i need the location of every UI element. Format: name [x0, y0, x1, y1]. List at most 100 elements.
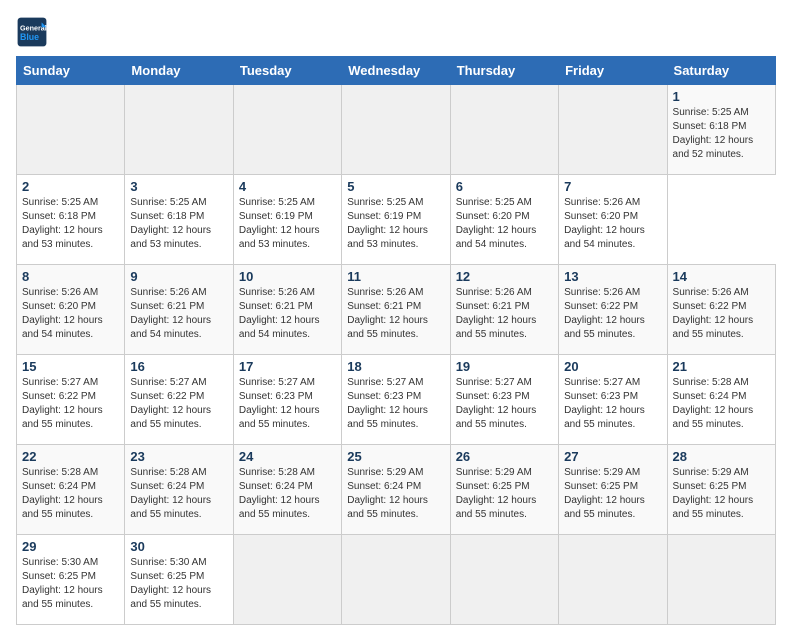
- empty-cell: [450, 85, 558, 175]
- day-number: 11: [347, 269, 444, 284]
- day-number: 27: [564, 449, 661, 464]
- day-info: Sunrise: 5:25 AMSunset: 6:20 PMDaylight:…: [456, 196, 553, 252]
- empty-cell: [450, 535, 558, 625]
- calendar-day-30: 30Sunrise: 5:30 AMSunset: 6:25 PMDayligh…: [125, 535, 233, 625]
- calendar-day-25: 25 Sunrise: 5:29 AMSunset: 6:24 PMDayligh…: [342, 445, 450, 535]
- day-number: 12: [456, 269, 553, 284]
- day-info: Sunrise: 5:26 AMSunset: 6:20 PMDaylight:…: [22, 286, 119, 342]
- day-info: Sunrise: 5:27 AMSunset: 6:23 PMDaylight:…: [239, 376, 336, 432]
- day-number: 21: [673, 359, 770, 374]
- day-info: Sunrise: 5:26 AMSunset: 6:21 PMDaylight:…: [239, 286, 336, 342]
- day-info: Sunrise: 5:27 AMSunset: 6:22 PMDaylight:…: [130, 376, 227, 432]
- calendar-table: SundayMondayTuesdayWednesdayThursdayFrid…: [16, 56, 776, 625]
- day-info: Sunrise: 5:25 AMSunset: 6:18 PMDaylight:…: [673, 106, 770, 162]
- logo-icon: General Blue: [16, 16, 48, 48]
- day-number: 9: [130, 269, 227, 284]
- calendar-day-10: 10 Sunrise: 5:26 AMSunset: 6:21 PMDayligh…: [233, 265, 341, 355]
- day-info: Sunrise: 5:26 AMSunset: 6:22 PMDaylight:…: [564, 286, 661, 342]
- day-number: 6: [456, 179, 553, 194]
- calendar-day-24: 24Sunrise: 5:28 AMSunset: 6:24 PMDayligh…: [233, 445, 341, 535]
- svg-text:Blue: Blue: [20, 32, 39, 42]
- calendar-week-row: 29 Sunrise: 5:30 AMSunset: 6:25 PMDayligh…: [17, 535, 776, 625]
- calendar-day-26: 26Sunrise: 5:29 AMSunset: 6:25 PMDayligh…: [450, 445, 558, 535]
- day-header-monday: Monday: [125, 57, 233, 85]
- day-number: 28: [673, 449, 770, 464]
- day-number: 14: [673, 269, 770, 284]
- day-header-saturday: Saturday: [667, 57, 775, 85]
- calendar-day-21: 21 Sunrise: 5:28 AMSunset: 6:24 PMDayligh…: [667, 355, 775, 445]
- day-info: Sunrise: 5:27 AMSunset: 6:23 PMDaylight:…: [564, 376, 661, 432]
- calendar-day-14: 14Sunrise: 5:26 AMSunset: 6:22 PMDayligh…: [667, 265, 775, 355]
- day-number: 1: [673, 89, 770, 104]
- empty-cell: [125, 85, 233, 175]
- day-info: Sunrise: 5:26 AMSunset: 6:21 PMDaylight:…: [456, 286, 553, 342]
- logo: General Blue: [16, 16, 52, 48]
- day-info: Sunrise: 5:27 AMSunset: 6:23 PMDaylight:…: [456, 376, 553, 432]
- day-number: 19: [456, 359, 553, 374]
- day-info: Sunrise: 5:25 AMSunset: 6:19 PMDaylight:…: [239, 196, 336, 252]
- day-header-friday: Friday: [559, 57, 667, 85]
- calendar-day-27: 27 Sunrise: 5:29 AMSunset: 6:25 PMDayligh…: [559, 445, 667, 535]
- day-number: 13: [564, 269, 661, 284]
- day-number: 4: [239, 179, 336, 194]
- day-info: Sunrise: 5:26 AMSunset: 6:21 PMDaylight:…: [130, 286, 227, 342]
- day-number: 2: [22, 179, 119, 194]
- day-info: Sunrise: 5:25 AMSunset: 6:18 PMDaylight:…: [22, 196, 119, 252]
- day-number: 3: [130, 179, 227, 194]
- day-number: 7: [564, 179, 661, 194]
- calendar-day-15: 15Sunrise: 5:27 AMSunset: 6:22 PMDayligh…: [17, 355, 125, 445]
- day-number: 5: [347, 179, 444, 194]
- calendar-day-3: 3 Sunrise: 5:25 AMSunset: 6:18 PMDaylight…: [125, 175, 233, 265]
- empty-cell: [233, 535, 341, 625]
- calendar-day-11: 11 Sunrise: 5:26 AMSunset: 6:21 PMDayligh…: [342, 265, 450, 355]
- day-info: Sunrise: 5:30 AMSunset: 6:25 PMDaylight:…: [22, 556, 119, 612]
- day-info: Sunrise: 5:26 AMSunset: 6:21 PMDaylight:…: [347, 286, 444, 342]
- day-number: 10: [239, 269, 336, 284]
- calendar-day-29: 29 Sunrise: 5:30 AMSunset: 6:25 PMDayligh…: [17, 535, 125, 625]
- calendar-day-9: 9 Sunrise: 5:26 AMSunset: 6:21 PMDaylight…: [125, 265, 233, 355]
- calendar-day-28: 28 Sunrise: 5:29 AMSunset: 6:25 PMDayligh…: [667, 445, 775, 535]
- calendar-week-row: 15 Sunrise: 5:27 AMSunset: 6:22 PMDayligh…: [17, 355, 776, 445]
- empty-cell: [667, 535, 775, 625]
- calendar-day-6: 6 Sunrise: 5:25 AMSunset: 6:20 PMDaylight…: [450, 175, 558, 265]
- day-info: Sunrise: 5:29 AMSunset: 6:25 PMDaylight:…: [564, 466, 661, 522]
- empty-cell: [233, 85, 341, 175]
- day-number: 16: [130, 359, 227, 374]
- day-number: 15: [22, 359, 119, 374]
- day-info: Sunrise: 5:29 AMSunset: 6:24 PMDaylight:…: [347, 466, 444, 522]
- calendar-day-22: 22 Sunrise: 5:28 AMSunset: 6:24 PMDayligh…: [17, 445, 125, 535]
- empty-cell: [559, 535, 667, 625]
- day-number: 23: [130, 449, 227, 464]
- day-info: Sunrise: 5:25 AMSunset: 6:18 PMDaylight:…: [130, 196, 227, 252]
- day-info: Sunrise: 5:25 AMSunset: 6:19 PMDaylight:…: [347, 196, 444, 252]
- day-info: Sunrise: 5:26 AMSunset: 6:20 PMDaylight:…: [564, 196, 661, 252]
- day-header-tuesday: Tuesday: [233, 57, 341, 85]
- calendar-day-8: 8Sunrise: 5:26 AMSunset: 6:20 PMDaylight…: [17, 265, 125, 355]
- day-number: 29: [22, 539, 119, 554]
- calendar-day-4: 4 Sunrise: 5:25 AMSunset: 6:19 PMDaylight…: [233, 175, 341, 265]
- day-number: 25: [347, 449, 444, 464]
- day-info: Sunrise: 5:29 AMSunset: 6:25 PMDaylight:…: [673, 466, 770, 522]
- calendar-week-row: 8Sunrise: 5:26 AMSunset: 6:20 PMDaylight…: [17, 265, 776, 355]
- calendar-day-2: 2 Sunrise: 5:25 AMSunset: 6:18 PMDaylight…: [17, 175, 125, 265]
- calendar-day-17: 17 Sunrise: 5:27 AMSunset: 6:23 PMDayligh…: [233, 355, 341, 445]
- day-info: Sunrise: 5:29 AMSunset: 6:25 PMDaylight:…: [456, 466, 553, 522]
- day-header-thursday: Thursday: [450, 57, 558, 85]
- empty-cell: [342, 535, 450, 625]
- day-header-sunday: Sunday: [17, 57, 125, 85]
- calendar-day-12: 12 Sunrise: 5:26 AMSunset: 6:21 PMDayligh…: [450, 265, 558, 355]
- day-number: 18: [347, 359, 444, 374]
- day-number: 22: [22, 449, 119, 464]
- calendar-day-5: 5 Sunrise: 5:25 AMSunset: 6:19 PMDaylight…: [342, 175, 450, 265]
- day-info: Sunrise: 5:28 AMSunset: 6:24 PMDaylight:…: [673, 376, 770, 432]
- calendar-day-19: 19 Sunrise: 5:27 AMSunset: 6:23 PMDayligh…: [450, 355, 558, 445]
- day-info: Sunrise: 5:28 AMSunset: 6:24 PMDaylight:…: [130, 466, 227, 522]
- calendar-day-18: 18Sunrise: 5:27 AMSunset: 6:23 PMDayligh…: [342, 355, 450, 445]
- calendar-day-13: 13 Sunrise: 5:26 AMSunset: 6:22 PMDayligh…: [559, 265, 667, 355]
- day-number: 20: [564, 359, 661, 374]
- day-number: 30: [130, 539, 227, 554]
- day-info: Sunrise: 5:28 AMSunset: 6:24 PMDaylight:…: [22, 466, 119, 522]
- calendar-week-row: 22 Sunrise: 5:28 AMSunset: 6:24 PMDayligh…: [17, 445, 776, 535]
- calendar-day-20: 20 Sunrise: 5:27 AMSunset: 6:23 PMDayligh…: [559, 355, 667, 445]
- day-number: 17: [239, 359, 336, 374]
